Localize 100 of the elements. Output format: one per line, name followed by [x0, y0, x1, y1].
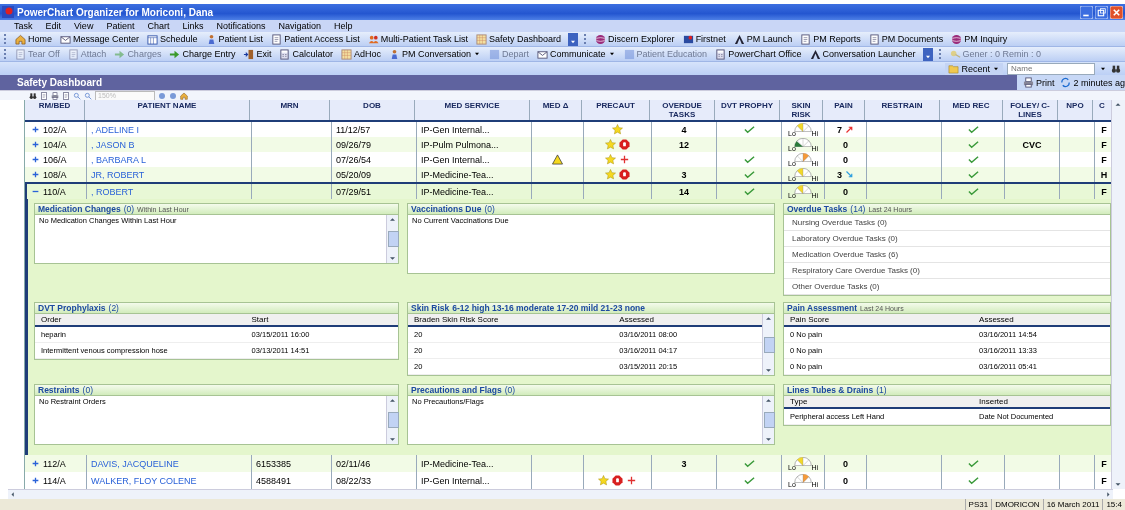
expand-toggle[interactable]	[31, 155, 40, 164]
panel-title: Lines Tubes & Drains	[787, 385, 874, 395]
scrollbar[interactable]	[8, 489, 1113, 499]
door-icon	[243, 48, 255, 60]
task-list-item[interactable]: Other Overdue Tasks (0)	[784, 279, 1110, 295]
toolbar-button[interactable]: Discern Explorer	[594, 33, 676, 45]
scrollbar[interactable]	[386, 396, 398, 444]
toolbar-button[interactable]: Schedule	[146, 33, 199, 45]
toolbar-overflow-button[interactable]	[568, 32, 579, 46]
column-header[interactable]: RESTRAIN	[865, 100, 940, 120]
expand-toggle[interactable]	[31, 140, 40, 149]
toolbar-button[interactable]: Firstnet	[681, 33, 727, 45]
patient-name-link[interactable]: WALKER, FLOY COLENE	[91, 475, 197, 486]
scrollbar[interactable]	[386, 215, 398, 263]
expand-toggle[interactable]	[31, 125, 40, 134]
minimize-button[interactable]	[1080, 5, 1093, 19]
toolbar-button[interactable]: PM Inquiry	[950, 33, 1009, 45]
toolbar-button[interactable]: Patient Access List	[270, 33, 361, 45]
task-list-item[interactable]: Respiratory Care Overdue Tasks (0)	[784, 263, 1110, 279]
column-header: Braden Skin Risk Score	[413, 315, 500, 324]
task-list-item[interactable]: Nursing Overdue Tasks (0)	[784, 215, 1110, 231]
toolbar-button[interactable]: PM Documents	[867, 33, 945, 45]
refresh-button[interactable]: 2 minutes ag	[1060, 77, 1125, 88]
recent-button[interactable]: Recent	[945, 62, 1003, 75]
toolbar-button[interactable]: Calculator	[278, 48, 334, 60]
search-icon[interactable]	[84, 91, 92, 100]
task-list-item[interactable]: Medication Overdue Tasks (6)	[784, 247, 1110, 263]
toolbar-button[interactable]: PM Launch	[732, 33, 794, 45]
toolbar-button[interactable]: Safety Dashboard	[475, 33, 563, 45]
toolbar-button[interactable]: Home	[14, 33, 53, 45]
toolbar-button[interactable]: Conversation Launcher	[808, 48, 917, 60]
toolbar-button[interactable]: Exit	[242, 48, 273, 60]
column-header[interactable]: MED SERVICE	[415, 100, 530, 120]
name-search-field[interactable]: Name	[1007, 62, 1095, 75]
patient-name-link[interactable]: DAVIS, JACQUELINE	[91, 458, 179, 469]
column-header[interactable]: FOLEY/ C-LINES	[1003, 100, 1058, 120]
table-cell: F	[1101, 124, 1107, 135]
toolbar-button[interactable]: Charge Entry	[168, 48, 237, 60]
toolbar-button[interactable]: PM Reports	[799, 33, 862, 45]
toolbar-button[interactable]: PowerChart Office	[714, 48, 803, 60]
panel-count: (14)	[850, 204, 866, 214]
expand-toggle[interactable]	[31, 170, 40, 179]
circle-icon[interactable]	[158, 91, 166, 100]
scrollbar[interactable]	[762, 396, 774, 444]
circle-icon[interactable]	[169, 91, 177, 100]
menu-item[interactable]: Links	[182, 21, 204, 31]
menu-item[interactable]: Navigation	[278, 21, 321, 31]
task-list-item[interactable]: Laboratory Overdue Tasks (0)	[784, 231, 1110, 247]
expand-toggle[interactable]	[31, 476, 40, 485]
toolbar-button[interactable]: Multi-Patient Task List	[366, 33, 470, 45]
binoculars-icon[interactable]	[1111, 63, 1121, 74]
toolbar-button[interactable]: Communicate	[536, 48, 617, 60]
patient-name-link[interactable]: , ADELINE I	[91, 124, 140, 135]
pain-score: 0	[843, 154, 848, 165]
toolbar-button[interactable]: Patient List	[204, 33, 265, 45]
scrollbar[interactable]	[1111, 100, 1125, 489]
column-header[interactable]: MED Δ	[530, 100, 582, 120]
window-title: PowerChart Organizer for Moriconi, Dana	[17, 6, 215, 18]
menu-item[interactable]: Help	[334, 21, 353, 31]
toolbar-overflow-button[interactable]	[922, 47, 933, 61]
toolbar-button[interactable]: PM Conversation	[388, 48, 483, 60]
scrollbar[interactable]	[762, 314, 774, 375]
column-header[interactable]: NPO	[1058, 100, 1093, 120]
document-icon	[67, 48, 79, 60]
column-header[interactable]: DVT PROPHY	[715, 100, 780, 120]
toolbar-button[interactable]: AdHoc	[340, 48, 382, 60]
patient-name-link[interactable]: JR, ROBERT	[91, 169, 145, 180]
print-button[interactable]: Print	[1022, 77, 1055, 88]
toolbar-button[interactable]: Message Center	[59, 33, 141, 45]
room-number: 108/A	[43, 169, 67, 180]
printer-icon[interactable]	[51, 91, 59, 100]
patient-name-link[interactable]: , BARBARA L	[91, 154, 147, 165]
search-icon[interactable]	[73, 91, 81, 100]
house-icon[interactable]	[180, 91, 188, 100]
column-header[interactable]: DOB	[330, 100, 415, 120]
restore-button[interactable]	[1095, 5, 1108, 19]
patient-name-link[interactable]: , ROBERT	[91, 186, 134, 197]
menu-item[interactable]: Task	[14, 21, 33, 31]
close-button[interactable]	[1110, 5, 1123, 19]
patient-name-link[interactable]: , JASON B	[91, 139, 135, 150]
document-icon	[800, 33, 812, 45]
column-header[interactable]: PAIN	[823, 100, 865, 120]
column-header[interactable]: RM/BED	[25, 100, 85, 120]
column-header[interactable]: OVERDUE TASKS	[650, 100, 715, 120]
expand-toggle[interactable]	[31, 459, 40, 468]
column-header[interactable]: MED REC	[940, 100, 1003, 120]
column-header[interactable]: PATIENT NAME	[85, 100, 250, 120]
menu-item[interactable]: View	[74, 21, 94, 31]
room-number: 110/A	[43, 186, 66, 197]
document-icon[interactable]	[62, 91, 70, 100]
menu-item[interactable]: Patient	[106, 21, 135, 31]
overdue-count: 14	[679, 186, 689, 197]
square-icon	[623, 48, 635, 60]
binoculars-icon[interactable]	[29, 91, 37, 100]
menu-item[interactable]: Edit	[45, 21, 62, 31]
menu-item[interactable]: Chart	[147, 21, 170, 31]
column-header[interactable]: PRECAUT	[582, 100, 650, 120]
menu-item[interactable]: Notifications	[216, 21, 266, 31]
column-header[interactable]: SKIN RISK	[780, 100, 823, 120]
column-header[interactable]: MRN	[250, 100, 330, 120]
